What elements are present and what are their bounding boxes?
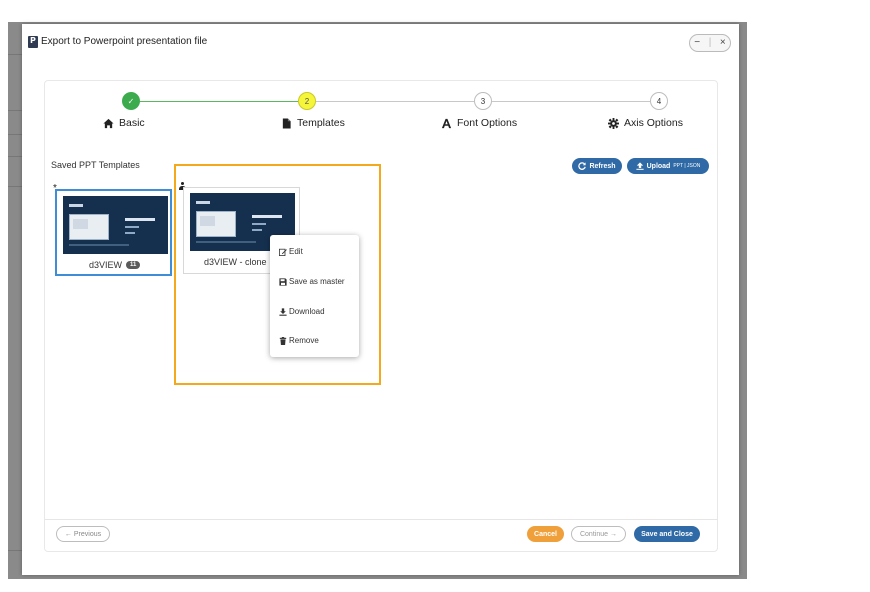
previous-button[interactable]: ← Previous xyxy=(56,526,110,542)
step-label: Basic xyxy=(119,117,145,129)
step-label: Axis Options xyxy=(624,117,683,129)
saved-templates-label: Saved PPT Templates xyxy=(51,160,140,170)
step-2-circle[interactable]: 2 xyxy=(298,92,316,110)
upload-button[interactable]: Upload PPT | JSON xyxy=(627,158,709,174)
powerpoint-icon xyxy=(28,36,38,48)
menu-item-download[interactable]: Download xyxy=(279,307,325,316)
arrow-right-icon: → xyxy=(610,530,618,538)
step-1-circle[interactable]: ✓ xyxy=(122,92,140,110)
step-font-options[interactable]: Font Options xyxy=(441,117,517,129)
step-label: Templates xyxy=(297,117,345,129)
dialog-titlebar: Export to Powerpoint presentation file −… xyxy=(22,24,739,60)
refresh-label: Refresh xyxy=(589,162,616,170)
close-button[interactable]: × xyxy=(720,38,726,48)
font-icon xyxy=(441,118,452,129)
template-thumbnail xyxy=(63,196,168,254)
menu-item-edit[interactable]: Edit xyxy=(279,247,303,256)
save-icon xyxy=(279,278,287,286)
minimize-button[interactable]: − xyxy=(694,38,700,48)
home-icon xyxy=(103,118,114,129)
upload-label: Upload xyxy=(646,162,671,170)
step-connector xyxy=(316,101,474,102)
upload-suffix: PPT | JSON xyxy=(673,163,701,169)
refresh-button[interactable]: Refresh xyxy=(572,158,622,174)
gear-icon xyxy=(608,117,619,129)
step-4-circle[interactable]: 4 xyxy=(650,92,668,110)
trash-icon xyxy=(279,337,287,345)
file-icon xyxy=(281,117,292,129)
step-basic[interactable]: Basic xyxy=(103,117,145,129)
template-context-menu: Edit Save as master Download Remove xyxy=(270,235,359,357)
usage-badge: 11 xyxy=(126,261,141,269)
continue-button[interactable]: Continue → xyxy=(571,526,626,542)
edit-icon xyxy=(279,248,287,256)
template-card-d3view[interactable]: d3VIEW 11 xyxy=(55,189,172,276)
dialog-title: Export to Powerpoint presentation file xyxy=(41,36,208,47)
step-templates[interactable]: Templates xyxy=(281,117,345,129)
template-name: d3VIEW 11 xyxy=(89,260,141,270)
save-and-close-button[interactable]: Save and Close xyxy=(634,526,700,542)
wizard-panel: ✓ 2 3 4 Basic Templates Font Options Axi… xyxy=(44,80,718,552)
menu-item-remove[interactable]: Remove xyxy=(279,336,319,345)
step-label: Font Options xyxy=(457,117,518,129)
menu-item-save-as-master[interactable]: Save as master xyxy=(279,277,345,286)
refresh-icon xyxy=(578,162,587,170)
upload-icon xyxy=(636,162,644,170)
cancel-button[interactable]: Cancel xyxy=(527,526,564,542)
step-connector xyxy=(492,101,650,102)
step-3-circle[interactable]: 3 xyxy=(474,92,492,110)
download-icon xyxy=(279,308,287,316)
step-connector xyxy=(140,101,298,102)
footer-divider xyxy=(45,519,718,520)
arrow-left-icon: ← xyxy=(64,530,72,538)
step-axis-options[interactable]: Axis Options xyxy=(608,117,683,129)
window-controls: − | × xyxy=(689,34,731,52)
